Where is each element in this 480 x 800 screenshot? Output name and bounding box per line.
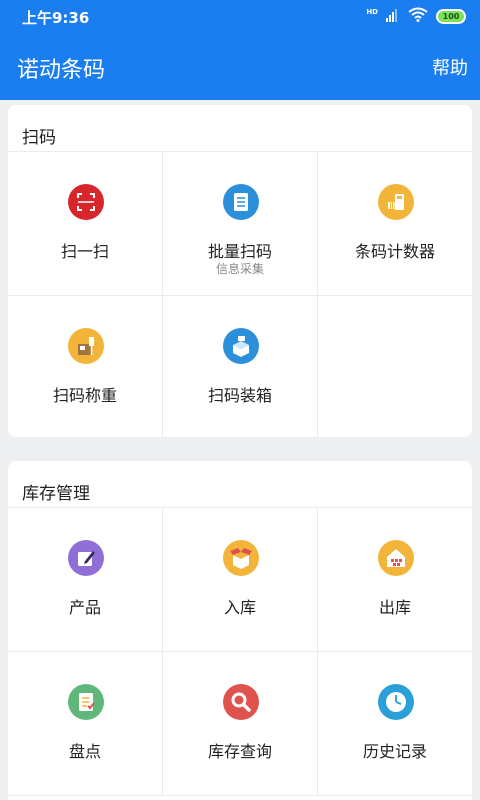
packing-box-icon bbox=[223, 328, 259, 364]
stocktake-checklist-icon bbox=[68, 684, 104, 720]
grid-item-label: 入库 bbox=[223, 598, 256, 617]
scale-weigh-icon bbox=[68, 328, 104, 364]
grid-item-inbound[interactable]: 入库 bbox=[163, 508, 318, 652]
product-edit-icon bbox=[68, 540, 104, 576]
warehouse-icon bbox=[378, 540, 414, 576]
scan-frame-icon bbox=[68, 184, 104, 220]
inventory-grid: 产品 入库 出库 盘点 库存查询 历史记录 bbox=[8, 508, 472, 796]
grid-item-label: 扫一扫 bbox=[60, 242, 109, 261]
grid-item-label: 历史记录 bbox=[362, 742, 427, 761]
clock-history-icon bbox=[378, 684, 414, 720]
grid-item-empty bbox=[318, 296, 472, 437]
section-title-inventory: 库存管理 bbox=[8, 461, 472, 508]
scan-section-card: 扫码 扫一扫 批量扫码 信息采集 条码计数器 扫码称重 扫码装箱 bbox=[8, 105, 472, 437]
status-time: 上午9:36 bbox=[22, 9, 90, 27]
grid-item-stocktake[interactable]: 盘点 bbox=[8, 652, 163, 796]
barcode-counter-icon bbox=[378, 184, 414, 220]
scan-grid: 扫一扫 批量扫码 信息采集 条码计数器 扫码称重 扫码装箱 bbox=[8, 152, 472, 437]
grid-item-scan-pack[interactable]: 扫码装箱 bbox=[163, 296, 318, 437]
grid-item-label: 条码计数器 bbox=[354, 242, 435, 261]
grid-item-label: 扫码称重 bbox=[52, 386, 117, 405]
grid-item-history[interactable]: 历史记录 bbox=[318, 652, 472, 796]
grid-item-scan[interactable]: 扫一扫 bbox=[8, 152, 163, 296]
grid-item-label: 出库 bbox=[378, 598, 411, 617]
app-title: 诺动条码 bbox=[17, 58, 106, 83]
status-indicators: HD 100 bbox=[366, 7, 466, 26]
grid-item-label: 批量扫码 bbox=[207, 242, 272, 261]
grid-item-label: 库存查询 bbox=[207, 742, 272, 761]
search-icon bbox=[223, 684, 259, 720]
grid-item-product[interactable]: 产品 bbox=[8, 508, 163, 652]
battery-icon: 100 bbox=[436, 9, 466, 24]
grid-item-inventory-query[interactable]: 库存查询 bbox=[163, 652, 318, 796]
section-title-scan: 扫码 bbox=[8, 105, 472, 152]
wifi-icon bbox=[408, 7, 428, 26]
grid-item-outbound[interactable]: 出库 bbox=[318, 508, 472, 652]
grid-item-barcode-counter[interactable]: 条码计数器 bbox=[318, 152, 472, 296]
help-button[interactable]: 帮助 bbox=[432, 54, 468, 80]
grid-item-scan-weigh[interactable]: 扫码称重 bbox=[8, 296, 163, 437]
status-bar: 上午9:36 HD 100 bbox=[0, 0, 480, 34]
grid-item-sublabel: 信息采集 bbox=[215, 262, 264, 276]
grid-item-label: 盘点 bbox=[68, 742, 101, 761]
network-type-label: HD bbox=[366, 7, 378, 16]
inventory-section-card: 库存管理 产品 入库 出库 盘点 库存查询 历史记录 bbox=[8, 461, 472, 800]
grid-item-batch-scan[interactable]: 批量扫码 信息采集 bbox=[163, 152, 318, 296]
app-bar: 诺动条码 帮助 bbox=[0, 34, 480, 100]
grid-item-label: 扫码装箱 bbox=[207, 386, 272, 405]
list-document-icon bbox=[223, 184, 259, 220]
grid-item-label: 产品 bbox=[68, 598, 101, 617]
signal-icon bbox=[386, 7, 400, 26]
inbound-box-icon bbox=[223, 540, 259, 576]
